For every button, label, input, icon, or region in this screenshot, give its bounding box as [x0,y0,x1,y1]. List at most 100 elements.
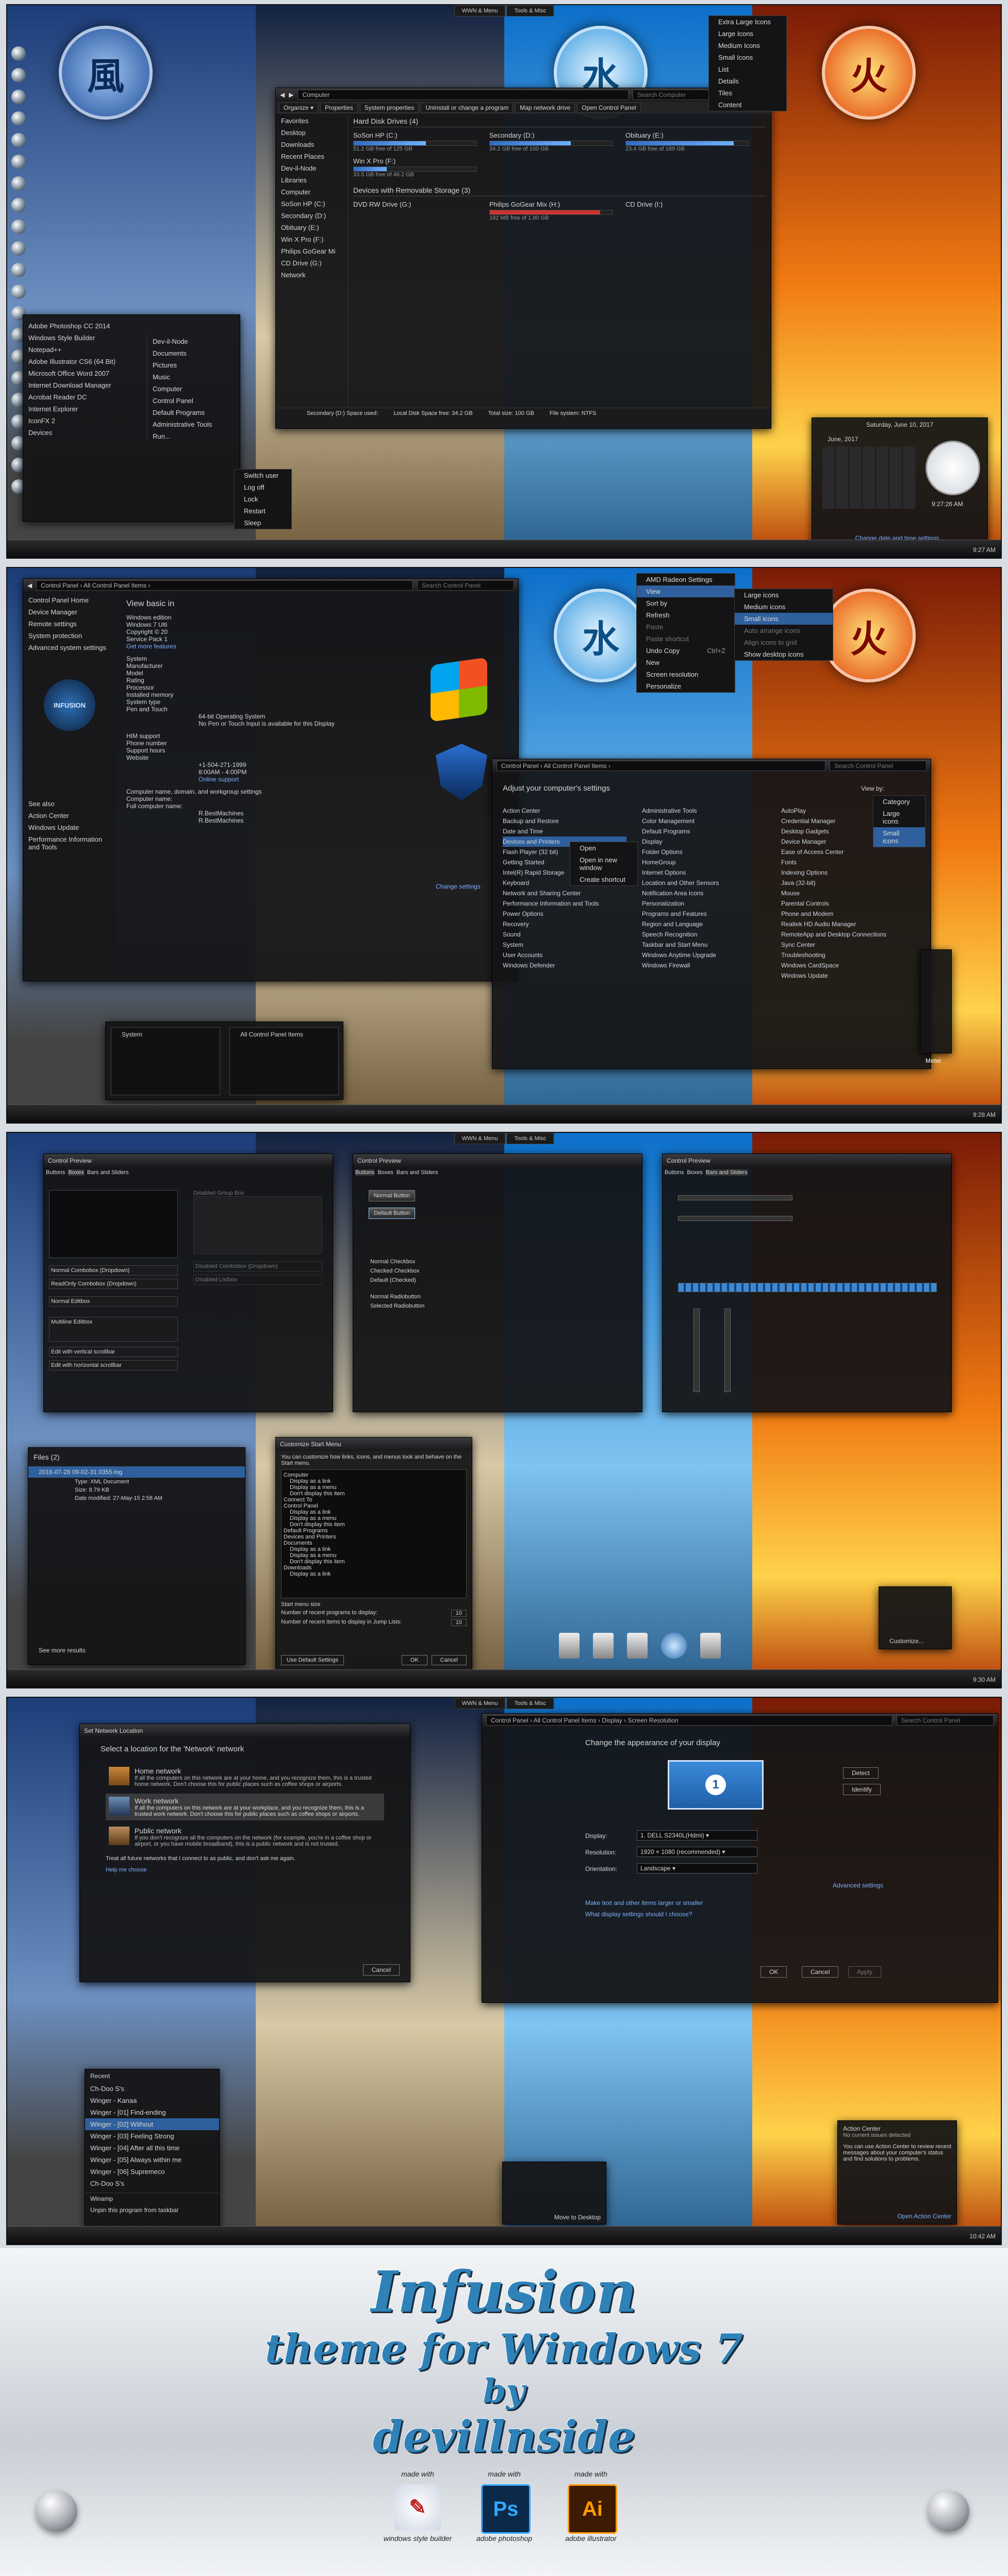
pinned-program[interactable]: Winamp [85,2193,219,2204]
context-item[interactable]: Paste shortcut [637,633,735,645]
context-item[interactable]: AMD Radeon Settings [637,574,735,586]
text-size-link[interactable]: Make text and other items larger or smal… [585,1899,703,1906]
context-item[interactable]: New [637,657,735,668]
start-place-item[interactable]: Documents [147,347,235,359]
treat-public-checkbox[interactable]: Treat all future networks that I connect… [106,1855,384,1862]
unpin-program[interactable]: Unpin this program from taskbar [85,2204,219,2216]
cp-link[interactable]: System protection [23,630,116,642]
drive-tile[interactable]: Philips GoGear Mix (H:) 182 MB free of 1.… [489,200,613,221]
cp-link[interactable]: Advanced system settings [23,642,116,654]
checkbox[interactable]: Checked Checkbox [369,1266,426,1276]
jump-list-item[interactable]: Winger - [02] Without [85,2118,219,2130]
start-program-item[interactable]: Windows Style Builder [23,332,137,344]
thumbnail[interactable]: System [111,1027,220,1095]
cp-item[interactable]: Location and Other Sensors [642,878,766,888]
recycle-bin-icon[interactable] [627,1633,648,1659]
view-sub-item[interactable]: Show desktop icons [735,648,833,660]
power-option[interactable]: Sleep [235,517,291,529]
tree-item[interactable]: Don't display this item [284,1521,464,1528]
cp-item[interactable]: Windows Update [781,971,915,981]
topbar-item[interactable]: Tools & Misc [506,1698,554,1709]
topbar-item[interactable]: WWN & Menu [454,5,506,16]
cp-item[interactable]: Recovery [503,919,626,929]
tree-item[interactable]: Display as a link [284,1478,464,1484]
dock-icon[interactable] [11,241,26,256]
jump-list-item[interactable]: Ch-Doo S's [85,2178,219,2189]
cp-link[interactable]: Control Panel Home [23,594,116,606]
nav-item[interactable]: Win X Pro (F:) [276,233,348,245]
drive-tile[interactable]: DVD RW Drive (G:) [353,200,477,221]
power-option[interactable]: Log off [235,481,291,493]
customize-link[interactable]: Customize... [889,1637,924,1645]
cp-item[interactable]: Personalization [642,898,766,909]
tree-item[interactable]: Don't display this item [284,1559,464,1565]
dock-icon[interactable] [11,198,26,212]
view-option[interactable]: List [709,63,786,75]
start-program-item[interactable]: Internet Download Manager [23,379,137,391]
start-place-item[interactable]: Dev-il-Node [147,336,235,347]
cp-item[interactable]: Notification Area Icons [642,888,766,898]
cp-item[interactable]: Windows Anytime Upgrade [642,950,766,960]
open-action-center-link[interactable]: Open Action Center [897,2213,951,2220]
power-option[interactable]: Switch user [235,470,291,481]
view-sub-item[interactable]: Medium icons [735,601,833,613]
monitor-preview[interactable]: 1 [668,1760,764,1810]
command-uninstall[interactable]: Uninstall or change a program [421,103,514,113]
see-also-item[interactable]: Windows Update [23,822,116,833]
cp-item[interactable]: System [503,940,626,950]
move-to-desktop-label[interactable]: Move to Desktop [554,2214,601,2221]
jump-list-item[interactable]: Winger - [01] Find-ending [85,2106,219,2118]
cancel-button[interactable]: Cancel [362,1964,400,1976]
cp-item[interactable]: Java (32-bit) [781,878,915,888]
view-option[interactable]: Extra Large Icons [709,16,786,28]
search-input[interactable]: Search Control Panel [830,761,927,771]
command-open-cp[interactable]: Open Control Panel [577,103,641,113]
cp-item[interactable]: Phone and Modem [781,909,915,919]
tab[interactable]: Bars and Sliders [396,1169,438,1176]
view-option[interactable]: Tiles [709,87,786,99]
nav-item[interactable]: Philips GoGear Mi [276,245,348,257]
cp-item[interactable]: Device Manager [781,837,915,847]
preview-row[interactable]: Edit with horizontal scrollbar [49,1360,178,1370]
power-option[interactable]: Restart [235,505,291,517]
orientation-select[interactable]: Landscape ▾ [637,1863,757,1874]
preview-row[interactable]: Normal Combobox (Dropdown) [49,1265,178,1276]
nav-item[interactable]: Favorites [276,115,348,127]
cp-item[interactable]: Power Options [503,909,626,919]
view-sub-item[interactable]: Auto arrange icons [735,625,833,637]
view-sub-item[interactable]: Large icons [735,589,833,601]
tray-clock[interactable]: 10:42 AM [969,2233,996,2240]
vertical-slider[interactable] [693,1309,700,1392]
start-place-item[interactable]: Computer [147,383,235,395]
normal-button[interactable]: Normal Button [369,1190,415,1201]
dock-icon[interactable] [11,46,26,61]
cp-item[interactable]: HomeGroup [642,857,766,867]
tray-clock[interactable]: 9:30 AM [973,1676,996,1683]
start-program-item[interactable]: Devices [23,427,137,439]
nav-item[interactable]: SoSon HP (C:) [276,198,348,210]
jump-list-spinner[interactable]: 10 [451,1619,467,1626]
tab[interactable]: Boxes [687,1169,703,1176]
cp-item[interactable]: Administrative Tools [642,806,766,816]
work-network-option[interactable]: Work network If all the computers on thi… [106,1794,384,1820]
view-sub-item[interactable]: Align icons to grid [735,637,833,648]
nav-item[interactable]: Downloads [276,139,348,150]
cp-item[interactable]: Internet Options [642,867,766,878]
public-network-option[interactable]: Public network If you don't recognize al… [106,1824,384,1850]
cp-item[interactable]: Date and Time [503,826,626,837]
tree-item[interactable]: Control Panel [284,1503,464,1509]
context-item[interactable]: Create shortcut [570,874,637,885]
tree-item[interactable]: Default Programs [284,1528,464,1534]
nav-item[interactable]: CD Drive (G:) [276,257,348,269]
cp-item[interactable]: Region and Language [642,919,766,929]
tree-item[interactable]: Devices and Printers [284,1534,464,1540]
topbar-item[interactable]: WWN & Menu [454,1698,506,1709]
cp-item[interactable]: RemoteApp and Desktop Connections [781,929,915,940]
drive-tile[interactable]: Secondary (D:) 34.2 GB free of 100 GB [489,131,613,152]
jump-list-item[interactable]: Winger - [04] After all this time [85,2142,219,2154]
address-bar[interactable]: Control Panel › All Control Panel Items … [497,761,825,771]
preview-row[interactable]: Normal Editbox [49,1296,178,1307]
search-input[interactable]: Search Control Panel [897,1715,994,1726]
cp-item[interactable]: Troubleshooting [781,950,915,960]
display-select[interactable]: 1. DELL S2340L(Hdmi) ▾ [637,1830,757,1841]
